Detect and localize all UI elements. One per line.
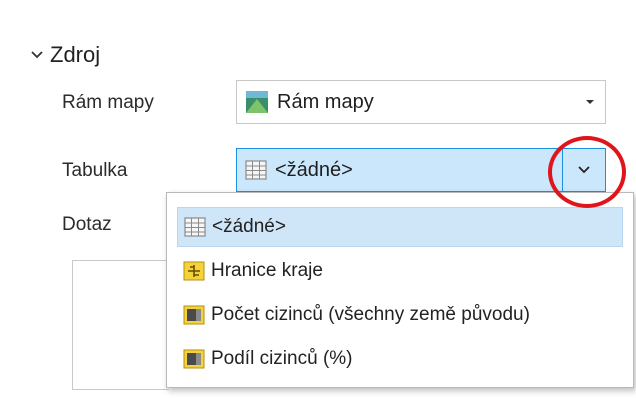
- map-frame-label: Rám mapy: [62, 92, 154, 113]
- table-value: <žádné>: [275, 158, 353, 181]
- query-label: Dotaz: [62, 214, 112, 235]
- layer-group-icon: [183, 305, 205, 325]
- option-label: Počet cizinců (všechny země původu): [211, 304, 530, 325]
- option-label: Hranice kraje: [211, 260, 323, 281]
- table-label: Tabulka: [62, 160, 128, 181]
- option-label: <žádné>: [212, 216, 286, 237]
- map-frame-icon: [246, 91, 268, 113]
- section-header-zdroj[interactable]: Zdroj: [30, 42, 100, 68]
- table-dropdown-list: <žádné> Hranice kraje Počet cizinců (vše…: [166, 192, 634, 388]
- table-icon: [245, 160, 267, 180]
- table-icon: [184, 217, 206, 237]
- section-title: Zdroj: [50, 42, 101, 67]
- map-frame-select[interactable]: Rám mapy: [236, 80, 606, 124]
- dropdown-arrow-icon: [586, 100, 594, 104]
- layer-group-icon: [183, 349, 205, 369]
- map-frame-value: Rám mapy: [277, 90, 374, 113]
- dropdown-option[interactable]: Počet cizinců (všechny země původu): [177, 295, 623, 335]
- dropdown-option[interactable]: Hranice kraje: [177, 251, 623, 291]
- chevron-down-icon: [31, 51, 43, 59]
- query-textarea[interactable]: [72, 260, 169, 390]
- dropdown-option[interactable]: <žádné>: [177, 207, 623, 247]
- option-label: Podíl cizinců (%): [211, 348, 353, 369]
- polygon-layer-icon: [183, 261, 205, 281]
- dropdown-option[interactable]: Podíl cizinců (%): [177, 339, 623, 379]
- annotation-circle: [548, 136, 626, 208]
